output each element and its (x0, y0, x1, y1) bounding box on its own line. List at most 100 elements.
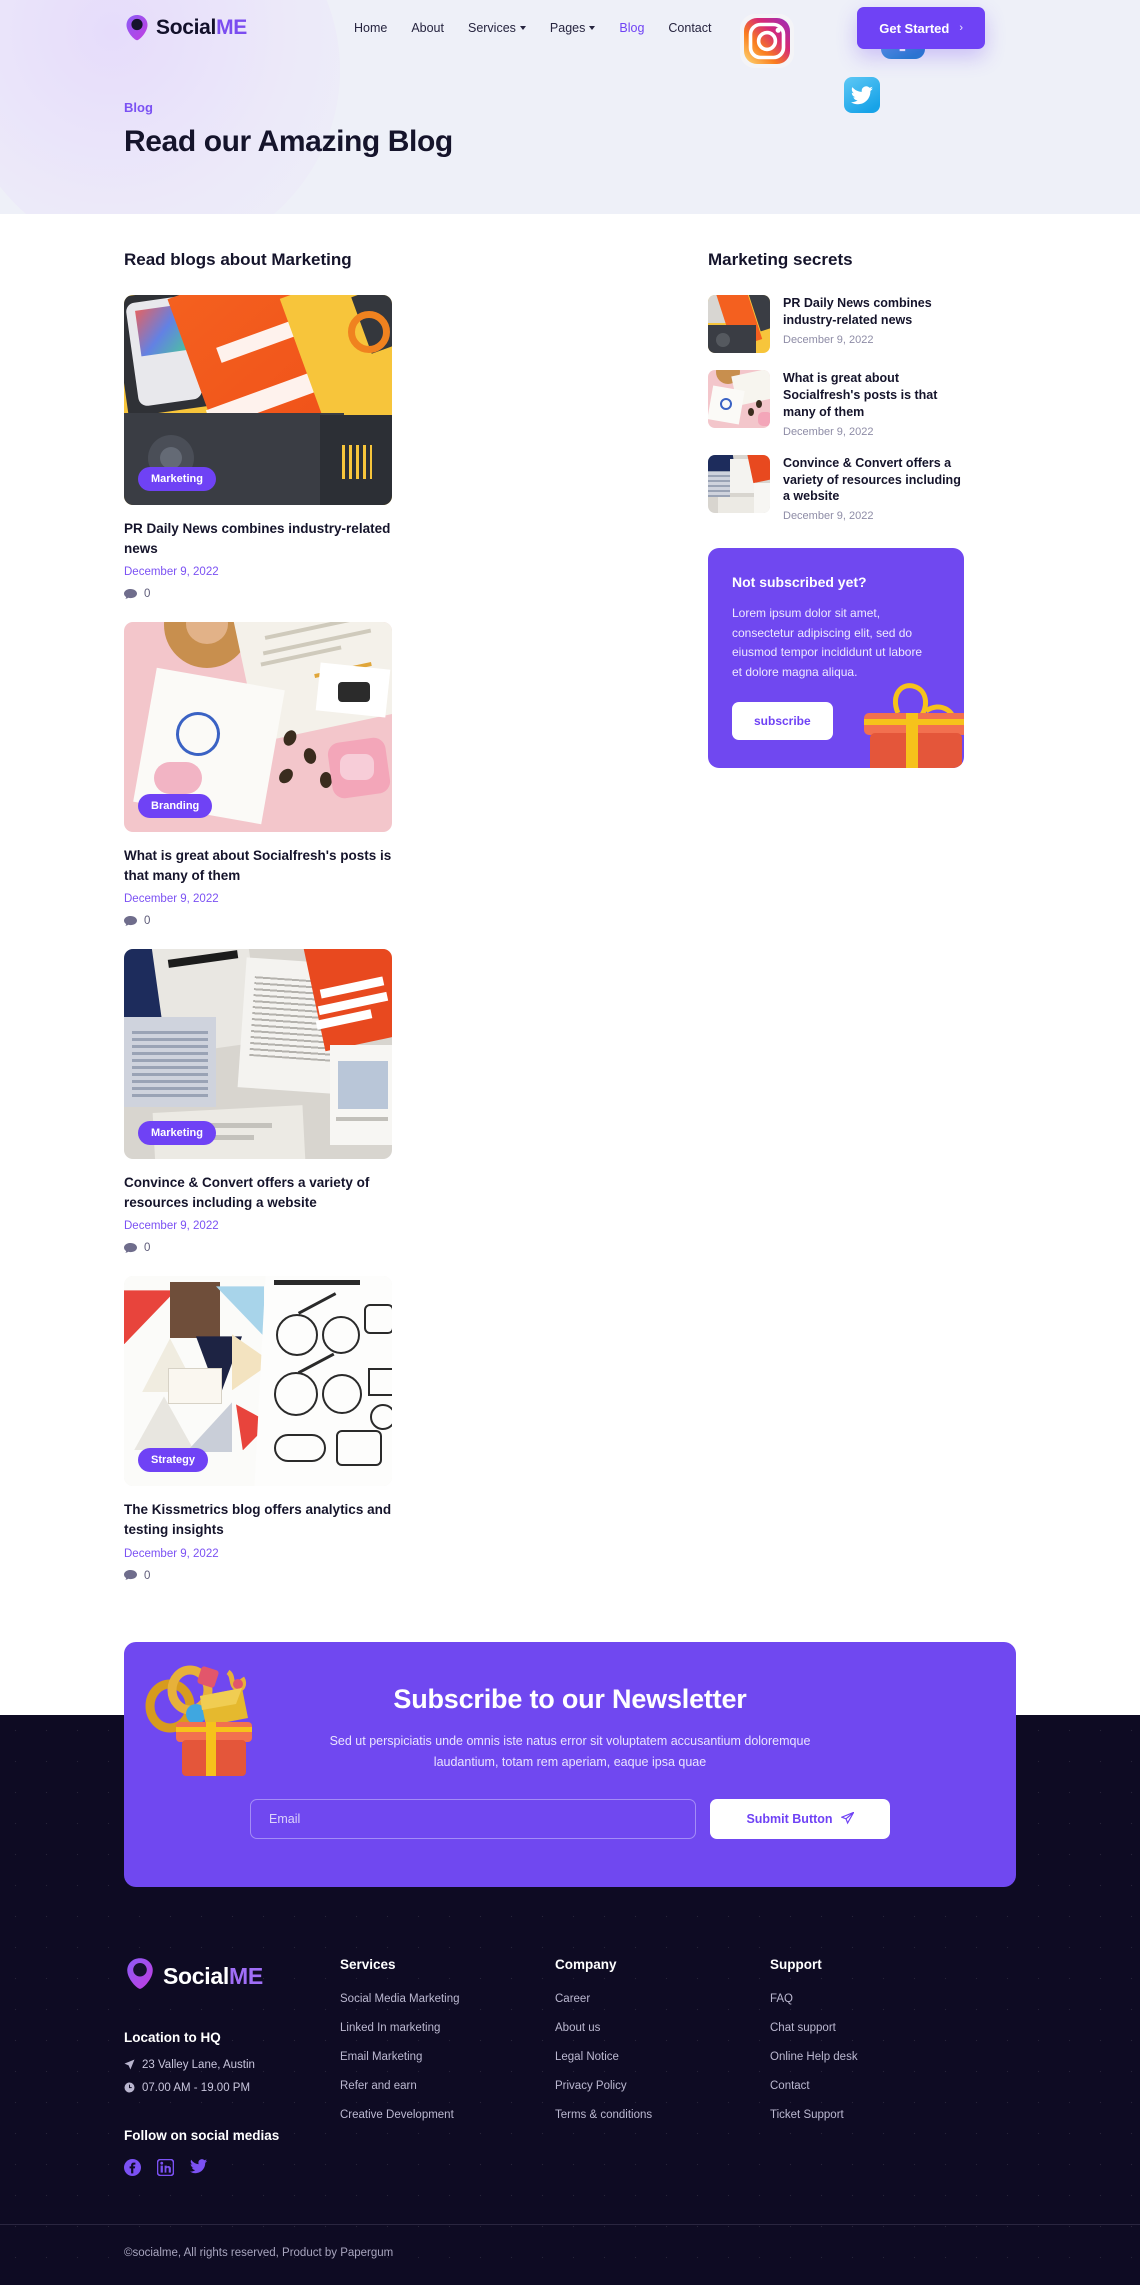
not-subscribed-title: Not subscribed yet? (732, 574, 867, 591)
blog-card-title[interactable]: What is great about Socialfresh's posts … (124, 846, 392, 885)
nav-item-services[interactable]: Services (468, 21, 526, 35)
sidebar-post-item[interactable]: What is great about Socialfresh's posts … (708, 370, 964, 438)
nav-item-pages[interactable]: Pages (550, 21, 596, 35)
blog-card-comments: 0 (124, 1242, 392, 1254)
sidebar-section-title: Marketing secrets (708, 250, 853, 269)
brand-logo[interactable]: SocialME (124, 14, 247, 42)
footer-link[interactable]: Email Marketing (340, 2051, 422, 2063)
sidebar-post-title[interactable]: Convince & Convert offers a variety of r… (783, 455, 964, 506)
footer-link-list: Social Media Marketing Linked In marketi… (340, 1989, 555, 2123)
blog-section-title: Read blogs about Marketing (124, 250, 352, 269)
blog-card-title[interactable]: Convince & Convert offers a variety of r… (124, 1173, 392, 1212)
submit-button-label: Submit Button (746, 1811, 833, 1826)
sidebar-post-title[interactable]: PR Daily News combines industry-related … (783, 295, 964, 329)
list-item: Career (555, 1989, 770, 2007)
footer-link[interactable]: Legal Notice (555, 2051, 619, 2063)
footer-logo-text: SocialME (163, 1963, 263, 1990)
sidebar-post-title[interactable]: What is great about Socialfresh's posts … (783, 370, 964, 421)
footer-follow-heading: Follow on social medias (124, 2127, 280, 2143)
footer-link[interactable]: Linked In marketing (340, 2022, 440, 2034)
sidebar-post-item[interactable]: Convince & Convert offers a variety of r… (708, 454, 964, 522)
footer-link[interactable]: Privacy Policy (555, 2080, 627, 2092)
get-started-button[interactable]: Get Started › (857, 7, 985, 49)
nav-item-contact[interactable]: Contact (668, 21, 711, 35)
donut-brochure-pink-flatlay[interactable]: Branding (124, 622, 392, 833)
blog-card-comments: 0 (124, 1570, 392, 1582)
list-item: About us (555, 2018, 770, 2036)
footer-column-heading: Services (340, 1956, 396, 1972)
blog-card-comments: 0 (124, 588, 392, 600)
footer-link[interactable]: Online Help desk (770, 2051, 858, 2063)
chevron-right-icon: › (959, 22, 963, 34)
paper-plane-icon (840, 1812, 854, 1825)
hero-eyebrow: Blog (124, 100, 153, 115)
footer-columns: SocialME Location to HQ 23 Valley Lane, … (0, 1887, 1140, 2176)
nav-item-blog[interactable]: Blog (619, 21, 644, 35)
not-subscribed-body: Lorem ipsum dolor sit amet, consectetur … (732, 606, 923, 679)
nav-item-about[interactable]: About (411, 21, 444, 35)
blog-card-date: December 9, 2022 (124, 1220, 219, 1233)
subscribe-button[interactable]: subscribe (732, 702, 833, 740)
submit-button[interactable]: Submit Button (710, 1798, 890, 1839)
nav-label: Contact (668, 21, 712, 35)
footer-link[interactable]: Contact (770, 2080, 810, 2092)
blog-card[interactable]: Strategy The Kissmetrics blog offers ana… (124, 1276, 392, 1582)
sidebar-post-thumb (708, 295, 770, 353)
twitter-icon[interactable] (190, 2158, 207, 2176)
brand-name-primary: Social (156, 16, 217, 39)
comment-bubble-icon (124, 915, 137, 926)
main-content: Read blogs about Marketing Marketing PR … (0, 214, 1140, 1582)
footer-link[interactable]: Social Media Marketing (340, 1993, 460, 2005)
gift-confetti-icon (142, 1660, 292, 1785)
blog-card-title[interactable]: PR Daily News combines industry-related … (124, 519, 392, 558)
list-item: Chat support (770, 2018, 985, 2036)
hero-section: SocialME Home About Services Pages Blog … (0, 0, 1140, 214)
footer-link[interactable]: Creative Development (340, 2109, 454, 2121)
comment-bubble-icon (124, 1570, 137, 1580)
list-item: Legal Notice (555, 2047, 770, 2065)
footer-link[interactable]: Terms & conditions (555, 2109, 652, 2121)
footer-link[interactable]: About us (555, 2022, 600, 2034)
list-item: Ticket Support (770, 2105, 985, 2123)
brand-name-accent: ME (216, 16, 247, 39)
blog-card[interactable]: Marketing Convince & Convert offers a va… (124, 949, 392, 1254)
newsletter-section: Subscribe to our Newsletter Sed ut persp… (124, 1641, 1016, 1887)
nav-item-home[interactable]: Home (354, 21, 387, 35)
footer-link[interactable]: Refer and earn (340, 2080, 417, 2092)
location-pin-logo-icon (124, 14, 150, 42)
comment-count: 0 (144, 1242, 151, 1255)
nav-label: Home (353, 21, 388, 35)
navigation-arrow-icon (124, 2059, 135, 2070)
footer-link[interactable]: Career (555, 1993, 590, 2005)
facebook-icon[interactable] (124, 2158, 141, 2176)
chevron-down-icon (519, 26, 526, 30)
footer-link[interactable]: Ticket Support (770, 2109, 844, 2121)
blog-card-date: December 9, 2022 (124, 1547, 219, 1560)
chevron-down-icon (589, 26, 596, 30)
footer-address: 23 Valley Lane, Austin (142, 2058, 255, 2071)
blog-card-badge: Marketing (138, 1121, 216, 1146)
footer-social-links (124, 2158, 340, 2176)
main-navigation: SocialME Home About Services Pages Blog … (0, 0, 1140, 56)
footer-link[interactable]: FAQ (770, 1993, 793, 2005)
blog-card-title[interactable]: The Kissmetrics blog offers analytics an… (124, 1500, 392, 1539)
list-item: Refer and earn (340, 2076, 555, 2094)
get-started-label: Get Started (879, 20, 950, 36)
blog-card-badge: Marketing (138, 467, 216, 491)
castro-capital-print-collateral[interactable]: Marketing (124, 949, 392, 1160)
blog-card[interactable]: Marketing PR Daily News combines industr… (124, 295, 392, 600)
nav-label: About (411, 21, 444, 35)
footer-column-heading: Company (555, 1956, 617, 1972)
email-input[interactable] (250, 1798, 696, 1839)
hard-way-magazine-line-art[interactable]: Strategy (124, 1276, 392, 1487)
comment-bubble-icon (124, 1242, 137, 1253)
sidebar-post-item[interactable]: PR Daily News combines industry-related … (708, 295, 964, 353)
newsletter-subtitle: Sed ut perspiciatis unde omnis iste natu… (329, 1733, 811, 1769)
linkedin-icon[interactable] (157, 2158, 174, 2176)
blog-card[interactable]: Branding What is great about Socialfresh… (124, 622, 392, 927)
footer-link[interactable]: Chat support (770, 2022, 836, 2034)
change-by-design-book-orange-yellow[interactable]: Marketing (124, 295, 392, 505)
list-item: Privacy Policy (555, 2076, 770, 2094)
blog-card-comments: 0 (124, 915, 392, 927)
footer-logo[interactable]: SocialME (124, 1957, 340, 1996)
